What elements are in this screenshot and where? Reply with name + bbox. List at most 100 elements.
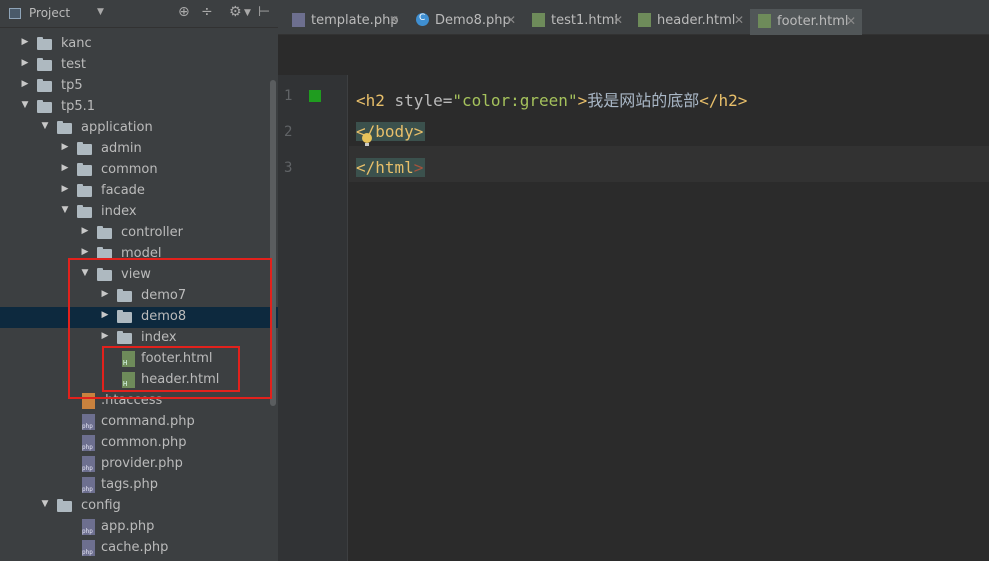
chevron-right-icon[interactable]: ▶ (80, 226, 90, 236)
chevron-right-icon[interactable]: ▶ (60, 184, 70, 194)
tree-item-kanc[interactable]: ▶ kanc (0, 34, 278, 55)
tab-label: test1.html (551, 13, 618, 28)
folder-icon (57, 499, 72, 512)
chevron-right-icon[interactable]: ▶ (100, 331, 110, 341)
tree-item-config[interactable]: ▼ config (0, 496, 278, 517)
tab-template-php[interactable]: template.php ✕ (284, 8, 404, 35)
collapse-all-icon[interactable]: ÷ (201, 4, 213, 20)
php-file-icon (82, 477, 95, 493)
tree-item-label: footer.html (141, 351, 213, 366)
php-file-icon (82, 435, 95, 451)
chevron-down-icon[interactable]: ▼ (60, 205, 70, 215)
tree-item-tp5-1[interactable]: ▼ tp5.1 (0, 97, 278, 118)
code-tag-body: /body> (365, 122, 424, 141)
code-line-3: </html> (356, 158, 426, 177)
folder-icon (37, 58, 52, 71)
tree-item-model[interactable]: ▶ model (0, 244, 278, 265)
close-icon[interactable]: ✕ (506, 13, 516, 27)
tree-item-application[interactable]: ▼ application (0, 118, 278, 139)
tree-item-tp5[interactable]: ▶ tp5 (0, 76, 278, 97)
close-icon[interactable]: ✕ (734, 13, 744, 27)
tree-item-index[interactable]: ▼ index (0, 202, 278, 223)
folder-icon (77, 163, 92, 176)
chevron-right-icon[interactable]: ▶ (60, 142, 70, 152)
tree-item-footer-html[interactable]: footer.html (0, 349, 278, 370)
tree-item-label: controller (121, 225, 184, 240)
tree-item-label: admin (101, 141, 142, 156)
tree-scrollbar[interactable] (270, 80, 276, 406)
tree-item-label: header.html (141, 372, 220, 387)
tree-item-test[interactable]: ▶ test (0, 55, 278, 76)
html-file-icon (758, 14, 771, 28)
tree-item-common[interactable]: ▶ common (0, 160, 278, 181)
tab-header-html[interactable]: header.html ✕ (630, 8, 748, 35)
project-header: Project ▼ ⊕ ÷ ⚙ ▼ ⊢ (0, 0, 278, 28)
tree-item-label: app.php (101, 519, 155, 534)
lightbulb-icon[interactable] (362, 133, 372, 146)
tab-label: header.html (657, 13, 736, 28)
chevron-right-icon[interactable]: ▶ (80, 247, 90, 257)
tree-item-label: provider.php (101, 456, 183, 471)
tree-item-common-php[interactable]: common.php (0, 433, 278, 454)
tab-demo8-php[interactable]: Demo8.php ✕ (408, 8, 520, 35)
chevron-right-icon[interactable]: ▶ (20, 79, 30, 89)
tree-item-app-php[interactable]: app.php (0, 517, 278, 538)
tree-item-label: test (61, 57, 86, 72)
code-attribute: style= (384, 91, 453, 110)
chevron-down-icon[interactable]: ▼ (97, 7, 104, 17)
project-panel: Project ▼ ⊕ ÷ ⚙ ▼ ⊢ ▶ kanc ▶ test ▶ tp5 ▼ tp5.1… (0, 0, 278, 561)
scroll-from-source-icon[interactable]: ⊕ (178, 4, 190, 20)
tree-item-facade[interactable]: ▶ facade (0, 181, 278, 202)
tree-item-label: tags.php (101, 477, 158, 492)
settings-caret-icon[interactable]: ▼ (244, 8, 251, 18)
chevron-down-icon[interactable]: ▼ (80, 268, 90, 278)
folder-icon (37, 100, 52, 113)
tree-item-cache-php[interactable]: cache.php (0, 538, 278, 559)
chevron-right-icon[interactable]: ▶ (100, 310, 110, 320)
chevron-down-icon[interactable]: ▼ (40, 499, 50, 509)
tab-footer-html[interactable]: footer.html ✕ (750, 9, 862, 35)
close-icon[interactable]: ✕ (389, 13, 399, 27)
color-preview-icon[interactable] (309, 90, 321, 102)
tree-item-view[interactable]: ▼ view (0, 265, 278, 286)
tree-item-admin[interactable]: ▶ admin (0, 139, 278, 160)
tree-item-label: kanc (61, 36, 92, 51)
tree-item-label: model (121, 246, 162, 261)
close-icon[interactable]: ✕ (613, 13, 623, 27)
tree-item-demo8[interactable]: ▶ demo8 (0, 307, 278, 328)
chevron-right-icon[interactable]: ▶ (60, 163, 70, 173)
folder-icon (77, 184, 92, 197)
editor-gutter: 1 2 3 (278, 75, 348, 561)
tree-item-label: application (81, 120, 153, 135)
chevron-right-icon[interactable]: ▶ (100, 289, 110, 299)
chevron-right-icon[interactable]: ▶ (20, 37, 30, 47)
project-view-selector[interactable]: Project (29, 6, 70, 20)
folder-icon (57, 121, 72, 134)
hide-panel-icon[interactable]: ⊢ (258, 4, 270, 20)
tree-item-provider-php[interactable]: provider.php (0, 454, 278, 475)
code-editor[interactable]: <h2 style="color:green">我是网站的底部</h2> </b… (349, 75, 989, 561)
tree-item-header-html[interactable]: header.html (0, 370, 278, 391)
tree-item-label: view (121, 267, 151, 282)
caret-row-highlight (349, 146, 989, 182)
tree-item-tags-php[interactable]: tags.php (0, 475, 278, 496)
tree-item-command-php[interactable]: command.php (0, 412, 278, 433)
php-file-icon (82, 456, 95, 472)
line-number: 1 (284, 88, 293, 104)
folder-icon (77, 142, 92, 155)
line-number: 3 (284, 160, 293, 176)
gear-icon[interactable]: ⚙ (229, 4, 242, 20)
chevron-right-icon[interactable]: ▶ (20, 58, 30, 68)
chevron-down-icon[interactable]: ▼ (40, 121, 50, 131)
tab-test1-html[interactable]: test1.html ✕ (524, 8, 628, 35)
chevron-down-icon[interactable]: ▼ (20, 100, 30, 110)
code-text: 我是网站的底部 (587, 91, 700, 110)
tree-item-htaccess[interactable]: .htaccess (0, 391, 278, 412)
tree-item-label: index (141, 330, 177, 345)
tree-item-index[interactable]: ▶ index (0, 328, 278, 349)
tree-item-controller[interactable]: ▶ controller (0, 223, 278, 244)
tree-item-demo7[interactable]: ▶ demo7 (0, 286, 278, 307)
close-icon[interactable]: ✕ (846, 14, 856, 28)
tree-item-label: .htaccess (101, 393, 163, 408)
editor-breadcrumb-area (278, 35, 989, 75)
